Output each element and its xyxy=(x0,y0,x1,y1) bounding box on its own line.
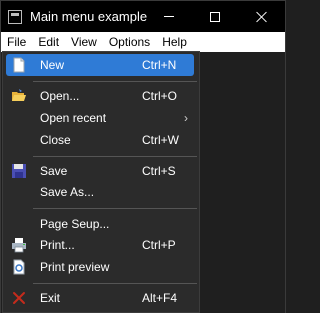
window-app-icon xyxy=(8,9,22,24)
close-button[interactable] xyxy=(239,1,285,32)
menu-item-page-setup[interactable]: Page Seup... xyxy=(6,213,194,235)
minimize-button[interactable] xyxy=(146,1,192,32)
menu-options[interactable]: Options xyxy=(103,32,156,52)
title-bar[interactable]: Main menu example xyxy=(1,1,285,32)
minimize-icon xyxy=(164,16,174,17)
file-menu-dropdown: New Ctrl+N Open... Ctrl+O Open recent › … xyxy=(2,51,200,313)
menu-item-shortcut: Ctrl+S xyxy=(142,164,176,178)
menu-separator xyxy=(33,208,197,209)
menu-item-new[interactable]: New Ctrl+N xyxy=(6,54,194,76)
menu-item-label: Print preview xyxy=(40,260,110,274)
menu-item-shortcut: Ctrl+W xyxy=(142,133,179,147)
submenu-arrow-icon: › xyxy=(184,111,188,125)
window-title: Main menu example xyxy=(30,9,148,24)
menu-file[interactable]: File xyxy=(1,32,33,52)
menu-item-label: Exit xyxy=(40,291,61,305)
menu-item-label: Save xyxy=(40,164,68,178)
print-preview-icon xyxy=(13,259,25,275)
menu-separator xyxy=(33,156,197,157)
maximize-icon xyxy=(210,11,220,22)
new-document-icon xyxy=(13,57,25,73)
maximize-button[interactable] xyxy=(192,1,238,32)
menu-item-close[interactable]: Close Ctrl+W xyxy=(6,129,194,151)
menu-view[interactable]: View xyxy=(65,32,103,52)
menu-item-save[interactable]: Save Ctrl+S xyxy=(6,160,194,182)
menu-separator xyxy=(33,81,197,82)
close-icon xyxy=(256,11,268,23)
menu-help[interactable]: Help xyxy=(156,32,193,52)
menu-item-print-preview[interactable]: Print preview xyxy=(6,256,194,278)
open-folder-icon xyxy=(12,89,26,101)
save-disk-icon xyxy=(12,164,26,178)
menu-item-open-recent[interactable]: Open recent › xyxy=(6,107,194,129)
menu-item-save-as[interactable]: Save As... xyxy=(6,181,194,203)
menu-item-label: Page Seup... xyxy=(40,217,110,231)
printer-icon xyxy=(12,238,26,253)
menu-item-shortcut: Ctrl+O xyxy=(142,89,178,103)
menu-item-label: Save As... xyxy=(40,185,95,199)
menu-item-label: Open... xyxy=(40,89,80,103)
menu-item-shortcut: Alt+F4 xyxy=(142,291,178,305)
menu-item-label: Open recent xyxy=(40,111,107,125)
menu-item-shortcut: Ctrl+P xyxy=(142,238,176,252)
exit-x-icon xyxy=(13,292,25,304)
menu-item-label: New xyxy=(40,58,65,72)
menu-edit[interactable]: Edit xyxy=(32,32,65,52)
menu-separator xyxy=(33,283,197,284)
menu-item-shortcut: Ctrl+N xyxy=(142,58,177,72)
menu-item-exit[interactable]: Exit Alt+F4 xyxy=(6,287,194,309)
menu-bar: File Edit View Options Help xyxy=(1,32,285,52)
menu-item-label: Print... xyxy=(40,238,75,252)
menu-item-print[interactable]: Print... Ctrl+P xyxy=(6,234,194,256)
menu-item-open[interactable]: Open... Ctrl+O xyxy=(6,85,194,107)
menu-item-label: Close xyxy=(40,133,71,147)
